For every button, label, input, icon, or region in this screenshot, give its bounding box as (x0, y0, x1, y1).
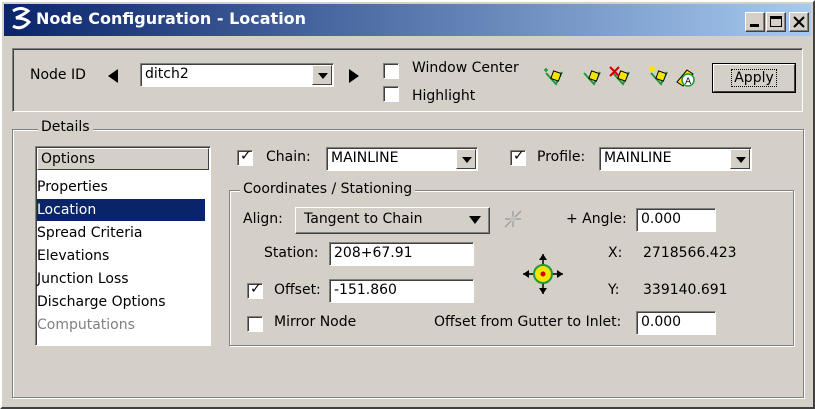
options-item-properties[interactable]: Properties (37, 176, 205, 198)
angle-value: 0.000 (641, 211, 682, 227)
profile-checkbox[interactable]: ✓ (510, 148, 526, 166)
add-node-icon[interactable] (540, 64, 566, 90)
options-item-elevations[interactable]: Elevations (37, 245, 205, 267)
chain-checkbox[interactable]: ✓ (237, 148, 253, 166)
node-id-value: ditch2 (145, 66, 189, 82)
checkmark-icon: ✓ (513, 148, 525, 164)
app-logo-icon (12, 7, 32, 30)
options-item-discharge-options[interactable]: Discharge Options (37, 291, 205, 313)
node-id-label: Node ID (30, 67, 86, 83)
station-label: Station: (264, 245, 319, 261)
x-value: 2718566.423 (643, 245, 737, 261)
checkmark-icon: ✓ (240, 148, 252, 164)
chevron-down-icon[interactable] (312, 65, 332, 85)
node-id-combobox[interactable]: ditch2 (140, 63, 334, 87)
window-title: Node Configuration - Location (36, 9, 307, 28)
station-input[interactable]: 208+67.91 (329, 242, 474, 266)
options-item-location[interactable]: Location (37, 199, 205, 221)
gutter-offset-input[interactable]: 0.000 (636, 311, 716, 335)
close-button[interactable] (789, 12, 809, 32)
svg-text:A: A (685, 77, 692, 87)
gutter-offset-value: 0.000 (641, 314, 682, 330)
offset-checkbox[interactable]: ✓ (247, 281, 263, 299)
profile-combobox[interactable]: MAINLINE (599, 147, 752, 171)
mirror-node-label: Mirror Node (274, 314, 357, 330)
angle-input[interactable]: 0.000 (636, 208, 716, 232)
maximize-icon (770, 16, 782, 27)
edit-node-icon[interactable] (578, 64, 604, 90)
previous-node-button[interactable] (108, 69, 118, 83)
options-header-label: Options (41, 151, 96, 167)
window-center-label: Window Center (412, 60, 519, 76)
minimize-icon (750, 24, 759, 27)
close-icon (793, 16, 805, 28)
y-value: 339140.691 (643, 282, 728, 298)
chevron-down-icon[interactable] (730, 149, 750, 169)
node-properties-icon[interactable] (645, 64, 671, 90)
mirror-node-checkbox[interactable] (247, 316, 263, 332)
options-header: Options (37, 148, 209, 170)
apply-label: Apply (731, 69, 777, 87)
annotate-node-icon[interactable]: A (673, 64, 699, 90)
checkmark-icon: ✓ (250, 281, 262, 297)
align-label: Align: (243, 211, 283, 227)
minimize-button[interactable] (745, 12, 765, 32)
window-center-checkbox[interactable] (383, 63, 399, 79)
profile-value: MAINLINE (604, 150, 672, 166)
highlight-checkbox[interactable] (383, 86, 399, 102)
gutter-offset-label: Offset from Gutter to Inlet: (434, 314, 622, 330)
node-configuration-window: Node Configuration - Location Node ID di… (0, 0, 815, 409)
offset-input[interactable]: -151.860 (329, 279, 474, 303)
chevron-down-icon[interactable] (456, 149, 476, 169)
align-value: Tangent to Chain (304, 211, 423, 227)
chain-combobox[interactable]: MAINLINE (326, 147, 478, 171)
options-item-computations[interactable]: Computations (37, 314, 205, 336)
angle-pick-icon[interactable] (502, 208, 524, 230)
locate-node-icon[interactable] (521, 252, 565, 296)
align-dropdown[interactable]: Tangent to Chain (295, 207, 490, 234)
chain-value: MAINLINE (331, 150, 399, 166)
title-bar[interactable]: Node Configuration - Location (4, 4, 811, 36)
options-item-junction-loss[interactable]: Junction Loss (37, 268, 205, 290)
station-value: 208+67.91 (334, 245, 413, 261)
chain-label: Chain: (266, 149, 311, 165)
coordinates-legend: Coordinates / Stationing (240, 181, 416, 197)
profile-label: Profile: (537, 149, 586, 165)
chevron-down-icon (469, 216, 481, 224)
y-label: Y: (608, 282, 620, 298)
next-node-button[interactable] (349, 69, 359, 83)
offset-value: -151.860 (334, 282, 397, 298)
offset-label: Offset: (274, 282, 321, 298)
apply-button[interactable]: Apply (712, 63, 796, 93)
highlight-label: Highlight (412, 88, 476, 104)
delete-node-icon[interactable] (607, 64, 633, 90)
maximize-button[interactable] (766, 12, 786, 32)
options-item-spread-criteria[interactable]: Spread Criteria (37, 222, 205, 244)
details-legend: Details (38, 119, 93, 135)
angle-label: + Angle: (566, 211, 627, 227)
x-label: X: (608, 245, 623, 261)
